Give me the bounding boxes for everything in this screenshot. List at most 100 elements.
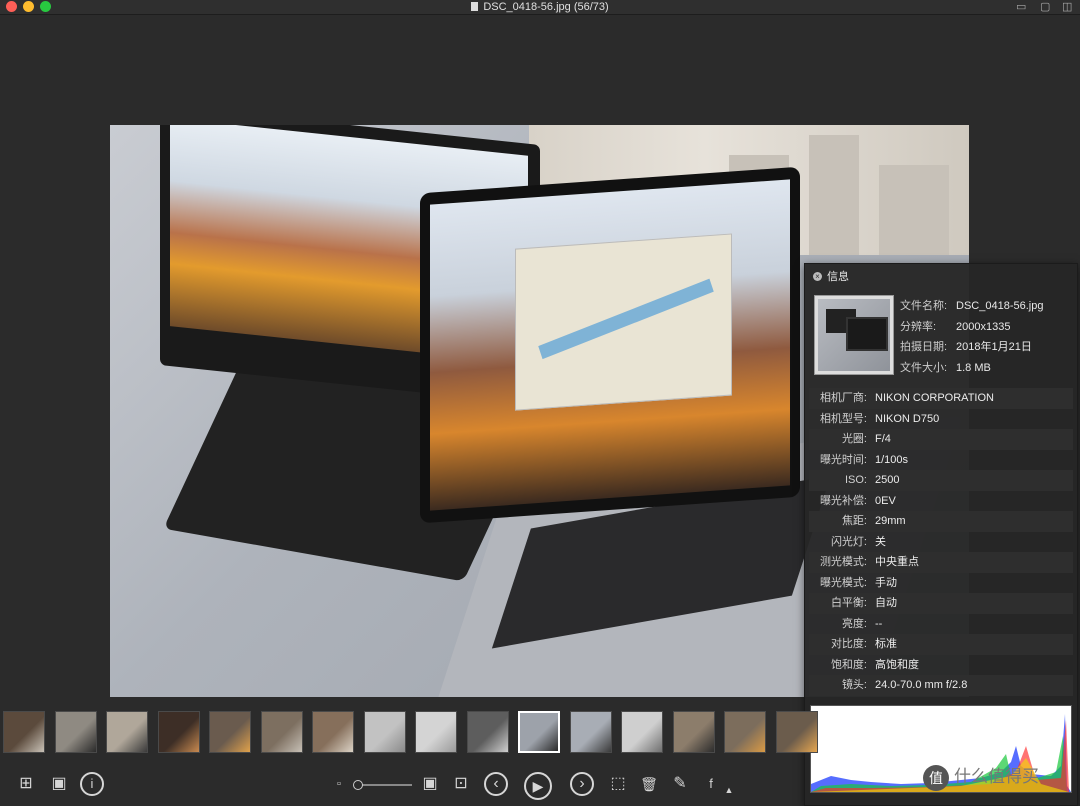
exif-label: 曝光模式: <box>819 576 867 589</box>
exif-label: 曝光补偿: <box>819 494 867 507</box>
zoom-slider-track[interactable] <box>356 784 412 786</box>
exif-row: 相机型号: NIKON D750 <box>809 409 1073 430</box>
filmstrip-thumbnail[interactable] <box>466 711 509 753</box>
exif-row: 焦距: 29mm <box>809 511 1073 532</box>
zoom-slider-knob[interactable] <box>353 780 363 790</box>
exif-value: F/4 <box>875 433 891 445</box>
watermark-badge: 值 <box>923 764 949 791</box>
play-icon[interactable]: ▶ <box>524 772 552 800</box>
delete-icon[interactable]: 🗑 <box>637 772 661 796</box>
filmstrip-thumbnail[interactable] <box>569 711 612 753</box>
window-title-text: DSC_0418-56.jpg (56/73) <box>483 1 609 13</box>
filmstrip-thumbnail[interactable] <box>672 711 715 753</box>
exif-label: 饱和度: <box>830 658 867 671</box>
exif-value: 2500 <box>875 474 900 486</box>
exif-label: 镜头: <box>841 679 867 691</box>
filmstrip-thumbnail[interactable] <box>724 711 766 753</box>
exif-row: 测光模式: 中央重点 <box>809 552 1073 573</box>
exif-row: 饱和度: 高饱和度 <box>809 655 1073 676</box>
filmstrip-thumbnail[interactable] <box>157 711 200 753</box>
previous-icon[interactable]: ‹ <box>484 772 508 796</box>
info-label: 分辨率: <box>900 320 937 333</box>
document-icon <box>471 2 479 11</box>
info-row: 拍摄日期: 2018年1月21日 <box>900 338 1043 359</box>
window-title: DSC_0418-56.jpg (56/73) <box>0 0 1080 14</box>
exif-value: -- <box>875 617 883 630</box>
exif-row: 曝光补偿: 0EV <box>809 491 1073 512</box>
edit-icon[interactable]: ✎ <box>668 772 692 796</box>
info-icon[interactable]: i <box>80 772 104 796</box>
exif-table: 相机厂商: NIKON CORPORATION 相机型号: NIKON D750 光… <box>809 388 1073 696</box>
exif-row: 对比度: 标准 <box>809 634 1073 655</box>
exif-row: 相机厂商: NIKON CORPORATION <box>809 388 1073 409</box>
exif-value: 24.0-70.0 mm f/2.8 <box>875 679 968 691</box>
exif-value: 0EV <box>875 494 896 507</box>
photo-laptop-right-screen <box>420 166 800 524</box>
exif-row: 曝光时间: 1/100s <box>809 450 1073 471</box>
filmstrip-thumbnail[interactable] <box>54 711 97 753</box>
basic-info: 文件名称: DSC_0418-56.jpg 分辨率: 2000x1335 拍摄日期:… <box>900 297 1043 379</box>
info-value: 2018年1月21日 <box>956 341 1032 353</box>
exif-label: 曝光时间: <box>819 453 867 466</box>
fit-icon[interactable]: ⊡ <box>449 772 473 796</box>
exif-row: 白平衡: 自动 <box>809 593 1073 614</box>
filmstrip-thumbnail[interactable] <box>106 711 148 753</box>
exif-row: 亮度: -- <box>809 614 1073 635</box>
zoom-small-icon[interactable]: ▫ <box>327 772 351 796</box>
exif-label: 相机型号: <box>819 412 867 425</box>
info-value: DSC_0418-56.jpg <box>956 300 1044 312</box>
exif-row: ISO: 2500 <box>809 470 1073 491</box>
info-row: 文件大小: 1.8 MB <box>900 359 1043 380</box>
exif-label: 亮度: <box>841 617 867 630</box>
exif-label: 闪光灯: <box>830 535 867 548</box>
filmstrip-thumbnail[interactable] <box>260 711 303 753</box>
exif-label: ISO: <box>844 474 867 486</box>
filmstrip-thumbnail[interactable] <box>3 711 45 753</box>
zoom-large-icon[interactable]: ▣ <box>418 772 442 796</box>
info-panel: × 信息 文件名称: DSC_0418-56.jpg 分辨率: 2000x1335 … <box>804 263 1078 806</box>
info-label: 拍摄日期: <box>900 341 948 353</box>
exif-value: 高饱和度 <box>875 658 919 671</box>
tile-icon[interactable]: ◫ <box>1062 0 1072 14</box>
info-row: 文件名称: DSC_0418-56.jpg <box>900 297 1043 318</box>
filmstrip-thumbnail[interactable] <box>518 711 560 753</box>
photo-icon[interactable]: ▣ <box>47 772 71 796</box>
title-bar: DSC_0418-56.jpg (56/73) ▭ ▢ ◫ <box>0 0 1080 15</box>
close-icon[interactable]: × <box>813 272 822 281</box>
exif-label: 相机厂商: <box>819 392 867 404</box>
info-panel-title: 信息 <box>827 271 849 283</box>
exif-row: 闪光灯: 关 <box>809 532 1073 553</box>
filmstrip-thumbnail[interactable] <box>775 711 818 753</box>
exif-label: 测光模式: <box>819 556 867 568</box>
next-icon[interactable]: › <box>570 772 594 796</box>
filmstrip-thumbnail[interactable] <box>312 711 354 753</box>
exif-label: 光圈: <box>841 433 867 445</box>
exif-value: 中央重点 <box>875 556 919 568</box>
crop-icon[interactable]: ⬚ <box>606 772 630 796</box>
exif-row: 光圈: F/4 <box>809 429 1073 450</box>
info-row: 分辨率: 2000x1335 <box>900 318 1043 339</box>
comment-icon[interactable]: ▭ <box>1016 0 1026 14</box>
exif-value: NIKON CORPORATION <box>875 392 994 404</box>
watermark: 值什么值得买 <box>923 762 1039 791</box>
filmstrip <box>0 706 818 758</box>
exif-value: 手动 <box>875 576 897 589</box>
watermark-text: 什么值得买 <box>954 767 1039 786</box>
info-panel-header: × 信息 <box>805 264 1077 290</box>
bottom-toolbar: ⊞ ▣ i ▫ ▣ ⊡ ‹ ▶ › ⬚ 🗑 ✎ f ▲ <box>0 764 804 804</box>
exif-label: 白平衡: <box>830 597 867 609</box>
exif-value: 29mm <box>875 515 906 527</box>
fullscreen-icon[interactable]: ▢ <box>1040 0 1050 14</box>
exif-label: 焦距: <box>841 515 867 527</box>
filmstrip-thumbnail[interactable] <box>415 711 457 753</box>
filmstrip-thumbnail[interactable] <box>621 711 663 753</box>
grid-icon[interactable]: ⊞ <box>14 772 38 796</box>
exif-value: NIKON D750 <box>875 412 940 425</box>
exif-value: 标准 <box>875 638 897 650</box>
exif-value: 关 <box>875 535 886 548</box>
filmstrip-thumbnail[interactable] <box>209 711 251 753</box>
exif-row: 曝光模式: 手动 <box>809 573 1073 594</box>
filmstrip-thumbnail[interactable] <box>363 711 406 753</box>
share-menu-chevron-icon[interactable]: ▲ <box>717 778 741 802</box>
exif-label: 对比度: <box>830 638 867 650</box>
